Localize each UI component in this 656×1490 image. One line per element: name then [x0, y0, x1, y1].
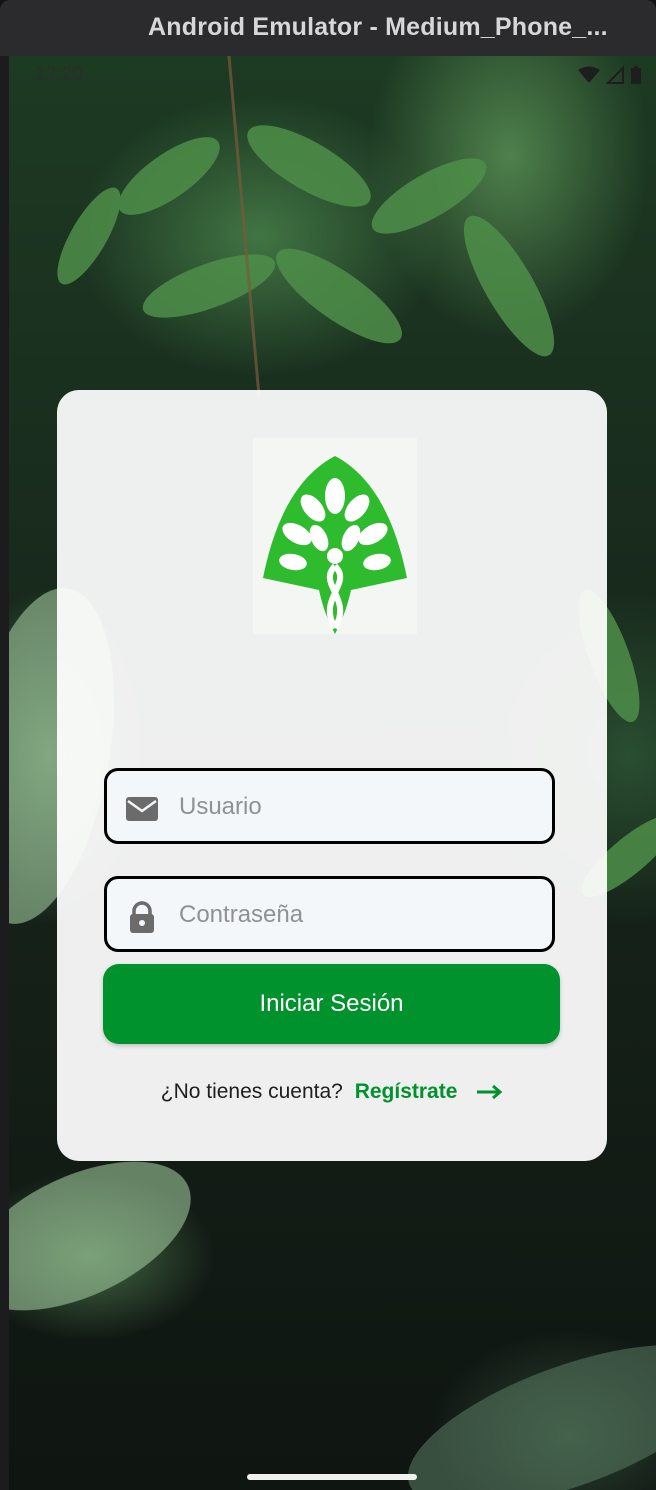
login-button[interactable]: Iniciar Sesión [103, 964, 560, 1044]
password-field[interactable] [104, 876, 555, 952]
register-link[interactable]: Regístrate [355, 1080, 458, 1103]
username-input[interactable] [177, 785, 541, 829]
status-bar: 12:20 [9, 56, 656, 92]
register-row: ¿No tienes cuenta? Regístrate [57, 1080, 607, 1104]
battery-icon [631, 66, 641, 84]
mail-icon [126, 797, 158, 821]
emulator-title-bar: Android Emulator - Medium_Phone_... [0, 0, 656, 56]
home-gesture-bar[interactable] [247, 1474, 417, 1480]
app-logo [253, 438, 417, 634]
username-field[interactable] [104, 768, 555, 844]
wifi-icon [578, 66, 600, 83]
signal-icon [606, 66, 624, 84]
status-time: 12:20 [35, 64, 83, 85]
password-input[interactable] [177, 893, 541, 937]
emulator-side-strip [0, 56, 9, 1490]
register-prompt: ¿No tienes cuenta? [160, 1080, 343, 1103]
login-card: Iniciar Sesión ¿No tienes cuenta? Regíst… [57, 390, 607, 1161]
tree-logo-icon [263, 456, 407, 634]
window-title: Android Emulator - Medium_Phone_... [148, 13, 608, 41]
arrow-right-icon[interactable] [477, 1085, 503, 1100]
phone-screen: 12:20 Usuario Iniciar Sesión ¿No tienes … [9, 56, 656, 1490]
lock-icon [130, 901, 154, 933]
